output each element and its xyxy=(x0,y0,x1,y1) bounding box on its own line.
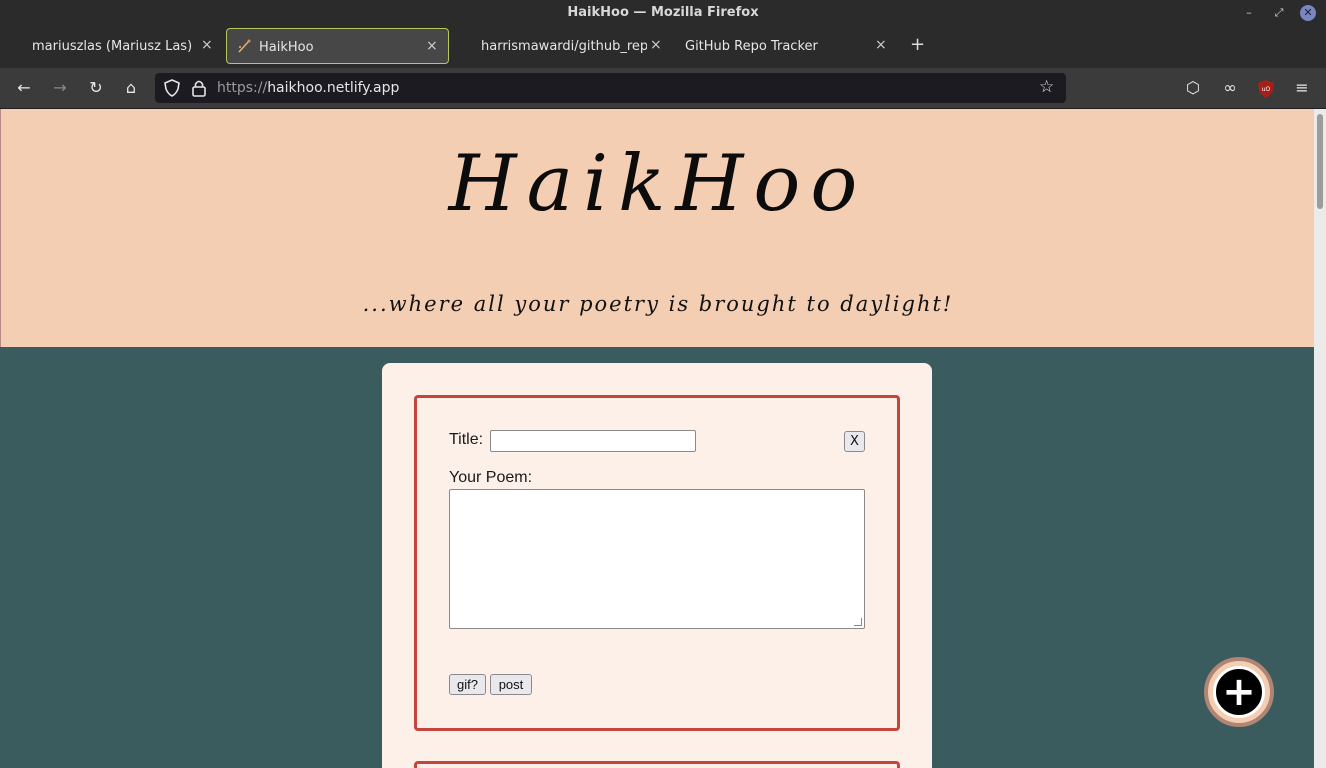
tab-strip: mariuszlas (Mariusz Las) × HaikHoo × har… xyxy=(0,26,1326,68)
new-tab-button[interactable]: + xyxy=(910,34,925,55)
poem-label: Your Poem: xyxy=(449,469,533,486)
url-bar[interactable]: https://haikhoo.netlify.app ☆ xyxy=(155,73,1066,103)
tab-label: harrismawardi/github_repo xyxy=(481,39,647,54)
close-tab-icon[interactable]: × xyxy=(875,37,887,53)
navigation-toolbar: ← → ↻ ⌂ https://haikhoo.netlify.app ☆ ⬡ … xyxy=(0,68,1326,109)
title-label: Title: xyxy=(449,431,484,448)
tab-label: GitHub Repo Tracker xyxy=(685,39,818,54)
haikhoo-favicon-icon xyxy=(238,39,251,53)
site-title: HaikHoo xyxy=(448,139,868,229)
pocket-icon[interactable]: ⬡ xyxy=(1181,76,1205,100)
url-text[interactable]: https://haikhoo.netlify.app xyxy=(217,80,399,96)
site-tagline: ...where all your poetry is brought to d… xyxy=(362,292,954,316)
bookmark-star-icon[interactable]: ☆ xyxy=(1039,77,1054,97)
poem-textarea[interactable] xyxy=(449,489,865,629)
post-card: Title: X Your Poem: gif? post xyxy=(382,363,932,768)
plus-icon: + xyxy=(1222,669,1256,715)
maximize-icon[interactable]: ⤢ xyxy=(1270,4,1288,22)
close-window-icon[interactable]: ✕ xyxy=(1300,5,1316,21)
back-button[interactable]: ← xyxy=(12,76,36,100)
window-titlebar: HaikHoo — Mozilla Firefox – ⤢ ✕ xyxy=(0,0,1326,26)
new-poem-form: Title: X Your Poem: gif? post xyxy=(414,395,900,731)
post-button[interactable]: post xyxy=(490,674,532,695)
resize-grip-icon[interactable] xyxy=(854,618,862,626)
home-button[interactable]: ⌂ xyxy=(119,76,143,100)
minimize-icon[interactable]: – xyxy=(1240,4,1258,22)
scrollbar-thumb[interactable] xyxy=(1317,114,1323,209)
add-post-button[interactable]: + xyxy=(1204,657,1274,727)
reload-button[interactable]: ↻ xyxy=(84,76,108,100)
tab-github-repo[interactable]: harrismawardi/github_repo × xyxy=(456,28,668,64)
tab-label: mariuszlas (Mariusz Las) xyxy=(32,39,192,54)
tracking-protection-shield-icon[interactable] xyxy=(163,79,181,97)
tab-label: HaikHoo xyxy=(259,40,314,55)
plus-circle-icon: + xyxy=(1213,666,1265,718)
tab-haikhoo[interactable]: HaikHoo × xyxy=(226,28,449,64)
tab-github-repo-tracker[interactable]: GitHub Repo Tracker × xyxy=(668,28,890,64)
url-scheme: https:// xyxy=(217,80,268,96)
forward-button[interactable]: → xyxy=(48,76,72,100)
hamburger-menu-icon[interactable]: ≡ xyxy=(1290,76,1314,100)
svg-text:uO: uO xyxy=(1262,86,1271,93)
tab-mariuszlas[interactable]: mariuszlas (Mariusz Las) × xyxy=(8,28,220,64)
page-scrollbar[interactable] xyxy=(1314,109,1326,768)
close-form-button[interactable]: X xyxy=(844,431,865,452)
next-post-box xyxy=(414,761,900,768)
title-input[interactable] xyxy=(490,430,696,452)
close-tab-icon[interactable]: × xyxy=(650,37,662,53)
close-tab-icon[interactable]: × xyxy=(426,38,438,54)
extension-mask-icon[interactable]: ∞ xyxy=(1218,76,1242,100)
web-page: HaikHoo ...where all your poetry is brou… xyxy=(0,109,1314,768)
ublock-origin-icon[interactable]: uO xyxy=(1258,80,1274,98)
close-tab-icon[interactable]: × xyxy=(201,37,213,53)
gif-button[interactable]: gif? xyxy=(449,674,486,695)
window-title: HaikHoo — Mozilla Firefox xyxy=(567,5,759,20)
lock-icon[interactable] xyxy=(191,79,207,97)
url-host: haikhoo.netlify.app xyxy=(267,80,400,96)
site-header: HaikHoo ...where all your poetry is brou… xyxy=(0,109,1314,347)
